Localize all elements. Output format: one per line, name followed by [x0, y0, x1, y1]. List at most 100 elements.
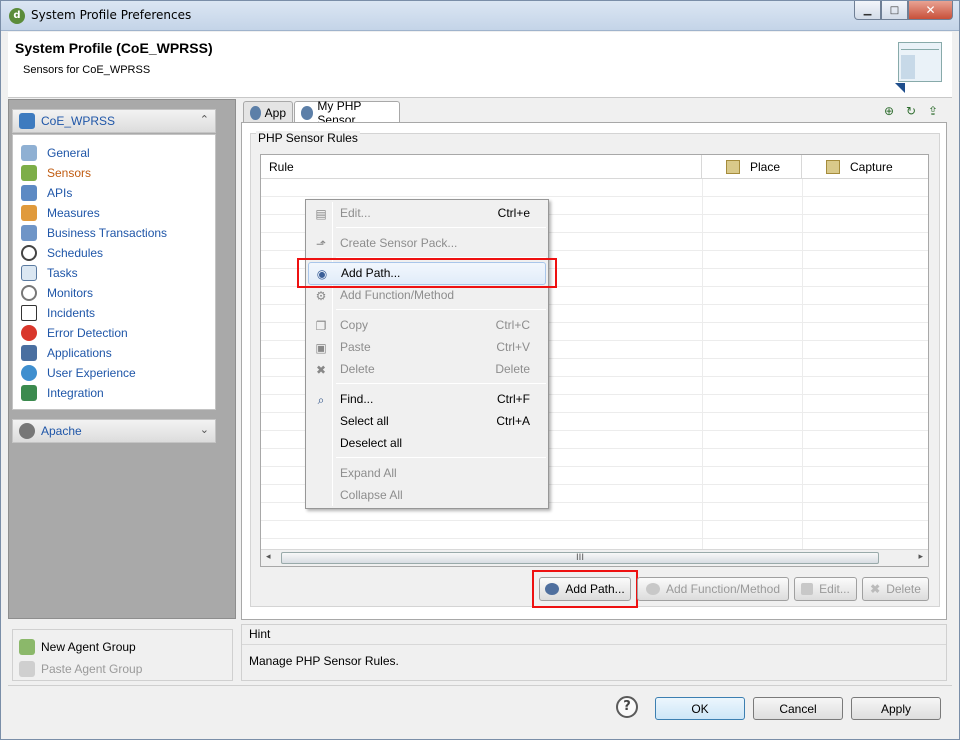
menu-item-shortcut: Ctrl+A	[496, 414, 530, 428]
footer-divider	[8, 685, 952, 686]
paste-agent-group-button[interactable]: Paste Agent Group	[19, 659, 142, 679]
sidebar-item-general[interactable]: General	[21, 143, 90, 163]
general-icon	[21, 145, 37, 161]
column-label: Place	[750, 159, 781, 174]
tab-app[interactable]: App	[243, 101, 293, 123]
context-menu: ▤ Edit... Ctrl+e ⬏ Create Sensor Pack... ◉ A…	[305, 199, 549, 509]
tab-toolbar: ⊕ ↻ ⇪	[881, 103, 941, 119]
menu-item-expand-all[interactable]: Expand All	[308, 463, 546, 485]
menu-item-shortcut: Ctrl+e	[497, 206, 530, 220]
window-controls: ▁ □ ✕	[854, 1, 953, 20]
maximize-button[interactable]: □	[881, 1, 908, 20]
column-header-capture[interactable]: Capture	[802, 155, 928, 179]
sidebar-item-label: APIs	[47, 186, 73, 200]
sidebar-nav: General Sensors APIs Measures Business T…	[12, 134, 216, 410]
minimize-button[interactable]: ▁	[854, 1, 881, 20]
window-title: System Profile Preferences	[31, 8, 192, 22]
sensor-tabs: App My PHP Sensor ⊕ ↻ ⇪	[241, 99, 947, 127]
collapse-chevron-icon[interactable]: ⌃	[200, 113, 209, 126]
user-experience-icon	[21, 365, 37, 381]
scroll-right-icon[interactable]: ▸	[918, 552, 923, 562]
scroll-left-icon[interactable]: ◂	[266, 552, 271, 562]
monitors-icon	[21, 285, 37, 301]
menu-item-paste[interactable]: ▣ Paste Ctrl+V	[308, 337, 546, 359]
app-icon: d	[9, 8, 25, 24]
table-row[interactable]	[261, 179, 928, 197]
menu-item-delete[interactable]: ✖ Delete Delete	[308, 359, 546, 381]
sidebar-item-sensors[interactable]: Sensors	[21, 163, 91, 183]
cancel-button[interactable]: Cancel	[753, 697, 843, 720]
ok-button[interactable]: OK	[655, 697, 745, 720]
menu-item-deselect-all[interactable]: Deselect all	[308, 433, 546, 455]
menu-item-find[interactable]: ⌕ Find... Ctrl+F	[308, 389, 546, 411]
apis-icon	[21, 185, 37, 201]
horizontal-scrollbar[interactable]: ◂ III ▸	[261, 549, 928, 566]
column-header-rule[interactable]: Rule	[261, 155, 702, 179]
apply-button[interactable]: Apply	[851, 697, 941, 720]
menu-item-select-all[interactable]: Select all Ctrl+A	[308, 411, 546, 433]
column-divider	[702, 179, 703, 549]
menu-item-label: Find...	[340, 392, 374, 406]
menu-item-label: Select all	[340, 414, 389, 428]
copy-icon: ❐	[315, 319, 327, 333]
sidebar-item-label: Error Detection	[47, 326, 128, 340]
integration-icon	[21, 385, 37, 401]
help-button[interactable]: ?	[616, 696, 638, 718]
sidebar-item-monitors[interactable]: Monitors	[21, 283, 93, 303]
edit-button[interactable]: Edit...	[794, 577, 857, 601]
sidebar-item-error-detection[interactable]: Error Detection	[21, 323, 128, 343]
sidebar-item-apis[interactable]: APIs	[21, 183, 72, 203]
applications-icon	[21, 345, 37, 361]
schedules-icon	[21, 245, 37, 261]
menu-item-label: Delete	[340, 362, 375, 376]
sidebar-item-user-experience[interactable]: User Experience	[21, 363, 136, 383]
delete-button[interactable]: ✖ Delete	[862, 577, 929, 601]
banner-arrow-icon	[895, 83, 905, 93]
new-agent-group-button[interactable]: New Agent Group	[19, 637, 136, 657]
menu-separator	[336, 457, 546, 458]
menu-item-edit[interactable]: ▤ Edit... Ctrl+e	[308, 203, 546, 225]
sidebar-item-integration[interactable]: Integration	[21, 383, 104, 403]
sidebar-item-label: General	[47, 146, 90, 160]
menu-item-copy[interactable]: ❐ Copy Ctrl+C	[308, 315, 546, 337]
sidebar-item-schedules[interactable]: Schedules	[21, 243, 103, 263]
menu-item-shortcut: Ctrl+F	[497, 392, 530, 406]
menu-item-label: Copy	[340, 318, 369, 332]
hint-body: Manage PHP Sensor Rules.	[242, 644, 946, 680]
refresh-icon[interactable]: ↻	[903, 103, 919, 119]
sidebar-item-measures[interactable]: Measures	[21, 203, 100, 223]
sensor-pack-icon: ⬏	[315, 237, 327, 251]
export-icon[interactable]: ⇪	[925, 103, 941, 119]
close-button[interactable]: ✕	[908, 1, 953, 20]
sidebar-item-applications[interactable]: Applications	[21, 343, 112, 363]
sidebar-item-business-transactions[interactable]: Business Transactions	[21, 223, 167, 243]
sidebar-item-label: Sensors	[47, 166, 92, 180]
menu-item-create-sensor-pack[interactable]: ⬏ Create Sensor Pack...	[308, 233, 546, 255]
add-function-button[interactable]: Add Function/Method	[637, 577, 789, 601]
measures-icon	[21, 205, 37, 221]
add-sensor-icon[interactable]: ⊕	[881, 103, 897, 119]
sidebar-item-label: Schedules	[47, 246, 104, 260]
menu-item-collapse-all[interactable]: Collapse All	[308, 485, 546, 507]
menu-item-label: Edit...	[340, 206, 371, 220]
profile-section-header[interactable]: CoE_WPRSS ⌃	[12, 109, 216, 133]
agent-section-header[interactable]: Apache ⌄	[12, 419, 216, 443]
table-row[interactable]	[261, 521, 928, 539]
hint-title: Hint	[249, 627, 271, 641]
menu-item-label: Deselect all	[340, 436, 403, 450]
add-function-menu-icon: ⚙	[315, 289, 327, 303]
column-header-place[interactable]: Place	[702, 155, 802, 179]
tab-my-php-sensor[interactable]: My PHP Sensor	[294, 99, 400, 127]
place-column-icon	[726, 159, 740, 174]
incidents-icon	[21, 305, 37, 321]
expand-chevron-icon[interactable]: ⌄	[200, 423, 209, 436]
profile-section-label: CoE_WPRSS	[41, 114, 116, 128]
sidebar-item-incidents[interactable]: Incidents	[21, 303, 95, 323]
scroll-thumb[interactable]: III	[281, 552, 879, 564]
menu-item-add-function[interactable]: ⚙ Add Function/Method	[308, 285, 546, 307]
error-detection-icon	[21, 325, 37, 341]
sidebar-item-tasks[interactable]: Tasks	[21, 263, 78, 283]
sidebar-item-label: Applications	[47, 346, 112, 360]
capture-column-icon	[826, 159, 840, 174]
tab-label: App	[264, 105, 286, 120]
